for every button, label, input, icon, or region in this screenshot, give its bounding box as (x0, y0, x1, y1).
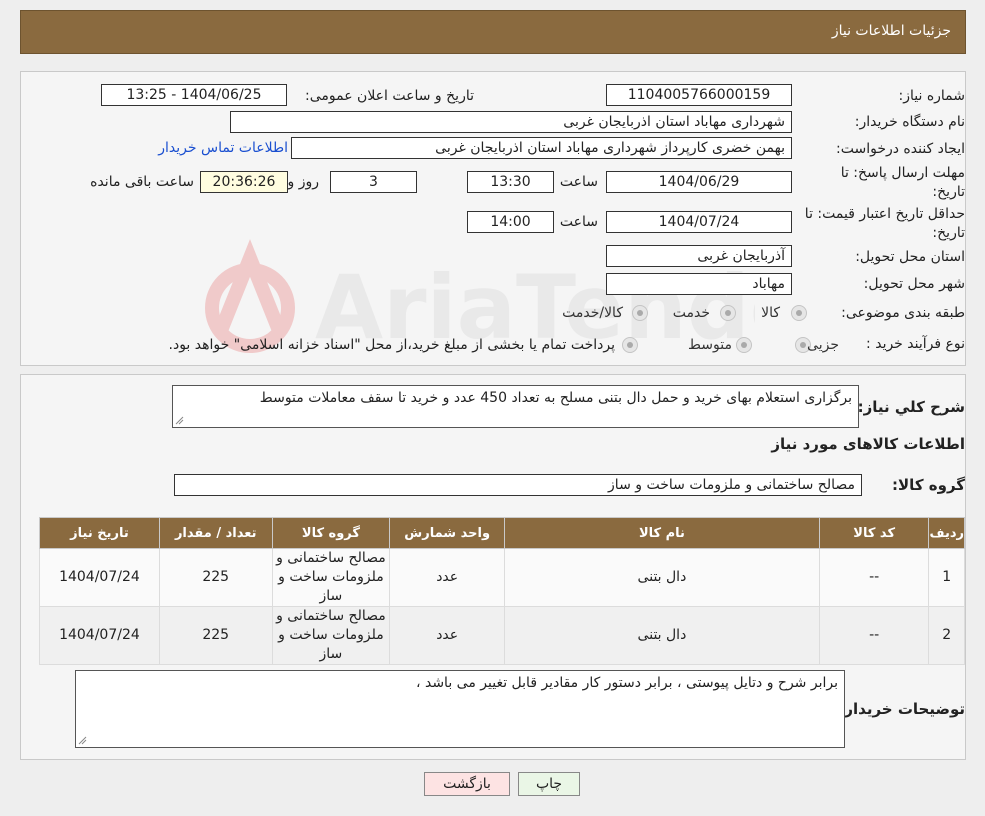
cell-unit: عدد (389, 548, 506, 607)
col-row-header: ردیف (928, 517, 965, 549)
category-goods-radio[interactable] (791, 305, 807, 321)
cell-row: 1 (928, 548, 965, 607)
category-service-label: خدمت (672, 305, 710, 321)
col-code-header: کد کالا (818, 517, 930, 549)
goods-group-label: گروه کالا: (892, 476, 965, 494)
col-unit-header: واحد شمارش (389, 517, 506, 549)
table-row: 1 -- دال بتنی عدد مصالح ساختمانی و ملزوم… (39, 548, 965, 607)
table-row: 2 -- دال بتنی عدد مصالح ساختمانی و ملزوم… (39, 606, 965, 665)
goods-group-field: مصالح ساختمانی و ملزومات ساخت و ساز (174, 474, 862, 496)
buyer-notes-label: توضیحات خریدار: (838, 700, 965, 718)
category-service-radio[interactable] (720, 305, 736, 321)
buyer-notes-field: برابر شرح و دتایل پیوستی ، برابر دستور ک… (75, 670, 845, 748)
delivery-province-label: استان محل تحویل: (855, 249, 965, 265)
cell-unit: عدد (389, 606, 506, 665)
delivery-city-field: مهاباد (606, 273, 792, 295)
creator-label: ایجاد کننده درخواست: (836, 141, 965, 157)
description-text: برگزاری استعلام بهای خرید و حمل دال بتنی… (259, 390, 852, 406)
treasury-checkbox[interactable] (622, 337, 638, 353)
buyer-org-label: نام دستگاه خریدار: (854, 114, 965, 130)
resize-grip-icon (78, 736, 87, 745)
buyer-contact-link[interactable]: اطلاعات تماس خریدار (158, 140, 288, 156)
cell-name: دال بتنی (504, 606, 820, 665)
resize-grip-icon (175, 416, 184, 425)
treasury-note: پرداخت تمام یا بخشی از مبلغ خرید،از محل … (168, 337, 615, 353)
back-button[interactable]: بازگشت (424, 772, 510, 796)
col-date-header: تاریخ نیاز (39, 517, 160, 549)
deadline-label: مهلت ارسال پاسخ: تا (840, 165, 965, 181)
deadline-time-field: 13:30 (467, 171, 554, 193)
cell-group: مصالح ساختمانی و ملزومات ساخت و ساز (271, 548, 391, 607)
print-button[interactable]: چاپ (518, 772, 580, 796)
cell-row: 2 (928, 606, 965, 665)
cell-date: 1404/07/24 (39, 606, 160, 665)
need-number-label: شماره نیاز: (898, 88, 966, 104)
buyer-notes-text: برابر شرح و دتایل پیوستی ، برابر دستور ک… (416, 675, 838, 691)
announce-datetime-field: 1404/06/25 - 13:25 (101, 84, 287, 106)
table-header-row: ردیف کد کالا نام کالا واحد شمارش گروه کا… (39, 517, 965, 549)
goods-info-title: اطلاعات کالاهای مورد نیاز (771, 435, 965, 453)
cell-qty: 225 (158, 548, 273, 607)
cell-name: دال بتنی (504, 548, 820, 607)
cell-code: -- (818, 548, 930, 607)
purchase-minor-label: جزیی (807, 337, 839, 353)
col-group-header: گروه کالا (271, 517, 391, 549)
price-validity-label: حداقل تاریخ اعتبار قیمت: تا (804, 206, 965, 222)
category-goods-service-label: کالا/خدمت (562, 305, 623, 321)
cell-qty: 225 (158, 606, 273, 665)
time-remaining-label: ساعت باقی مانده (90, 174, 194, 190)
cell-group: مصالح ساختمانی و ملزومات ساخت و ساز (271, 606, 391, 665)
cell-code: -- (818, 606, 930, 665)
delivery-city-label: شهر محل تحویل: (863, 276, 965, 292)
purchase-medium-label: متوسط (688, 337, 732, 353)
cell-date: 1404/07/24 (39, 548, 160, 607)
deadline-time-label: ساعت (559, 174, 598, 190)
category-goods-service-radio[interactable] (632, 305, 648, 321)
description-field: برگزاری استعلام بهای خرید و حمل دال بتنی… (172, 385, 859, 428)
days-label: روز و (287, 174, 320, 190)
deadline-label-2: تاریخ: (932, 184, 965, 200)
price-validity-label-2: تاریخ: (932, 225, 965, 241)
col-name-header: نام کالا (504, 517, 820, 549)
category-label: طبقه بندی موضوعی: (841, 305, 965, 321)
days-remaining-field: 3 (330, 171, 417, 193)
category-goods-label: کالا (761, 305, 780, 321)
buyer-org-field: شهرداری مهاباد استان اذربایجان غربی (230, 111, 792, 133)
validity-time-label: ساعت (559, 214, 598, 230)
announce-label: تاریخ و ساعت اعلان عمومی: (305, 88, 474, 104)
validity-time-field: 14:00 (467, 211, 554, 233)
purchase-medium-radio[interactable] (736, 337, 752, 353)
delivery-province-field: آذربایجان غربی (606, 245, 792, 267)
page-header: جزئیات اطلاعات نیاز (20, 10, 966, 54)
col-qty-header: تعداد / مقدار (158, 517, 273, 549)
page-title: جزئیات اطلاعات نیاز (831, 23, 951, 39)
creator-field: بهمن خضری کارپرداز شهرداری مهاباد استان … (291, 137, 792, 159)
need-number-field: 1104005766000159 (606, 84, 792, 106)
time-remaining-field: 20:36:26 (200, 171, 288, 193)
purchase-type-label: نوع فرآیند خرید : (866, 336, 965, 352)
validity-date-field: 1404/07/24 (606, 211, 792, 233)
description-label: شرح کلي نیاز: (857, 398, 965, 416)
goods-table: ردیف کد کالا نام کالا واحد شمارش گروه کا… (39, 517, 965, 665)
deadline-date-field: 1404/06/29 (606, 171, 792, 193)
